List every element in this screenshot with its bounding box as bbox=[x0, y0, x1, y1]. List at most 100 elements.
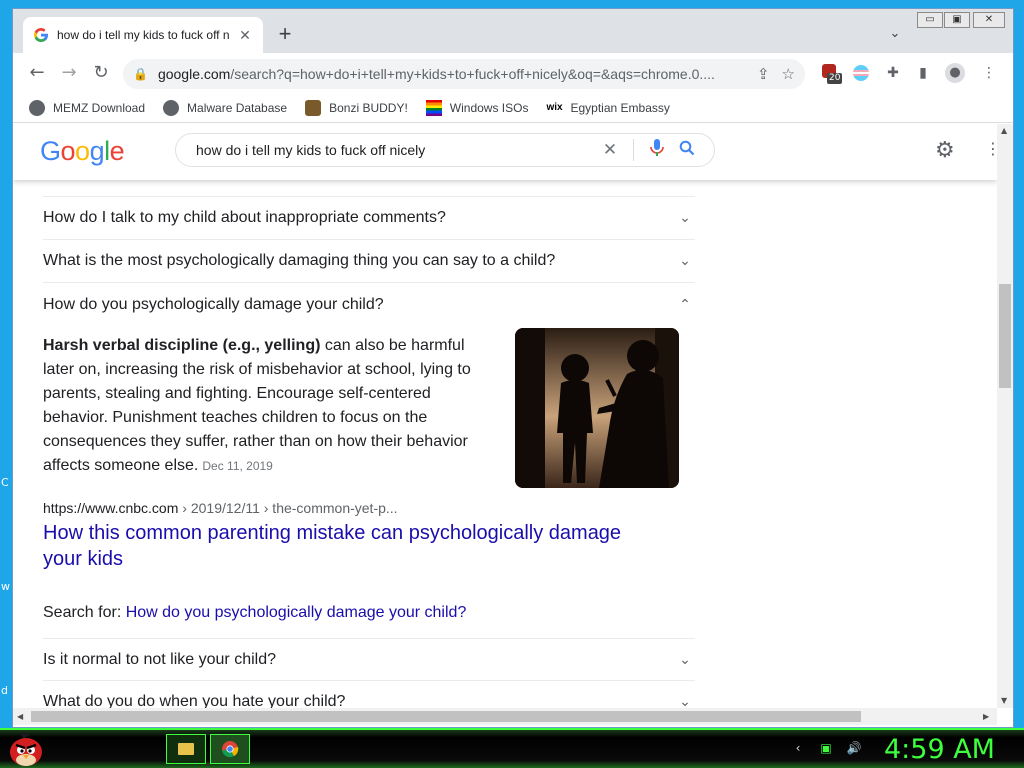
profile-avatar[interactable]: ● bbox=[945, 63, 965, 83]
divider bbox=[633, 139, 634, 161]
wix-icon: wix bbox=[546, 102, 563, 113]
folder-icon bbox=[178, 743, 194, 755]
desktop-icon-label: w bbox=[1, 580, 10, 593]
clear-icon[interactable]: ✕ bbox=[595, 140, 625, 160]
faq-row[interactable]: What is the most psychologically damagin… bbox=[43, 240, 695, 283]
show-hidden-icons-chevron-icon[interactable]: ‹ bbox=[790, 740, 806, 756]
chevron-down-icon[interactable]: ⌄ bbox=[675, 652, 695, 668]
search-box[interactable]: how do i tell my kids to fuck off nicely… bbox=[175, 133, 715, 167]
search-input[interactable]: how do i tell my kids to fuck off nicely bbox=[196, 142, 595, 158]
faq-answer: Harsh verbal discipline (e.g., yelling) … bbox=[43, 326, 695, 570]
page-content: Google how do i tell my kids to fuck off… bbox=[13, 124, 997, 708]
extensions-puzzle-icon[interactable]: ✚ bbox=[883, 63, 903, 83]
faq-question: What do you do when you hate your child? bbox=[43, 693, 346, 708]
chevron-down-icon[interactable]: ⌄ bbox=[675, 694, 695, 708]
taskbar-chrome-button[interactable] bbox=[210, 734, 250, 764]
minimize-button[interactable]: ▭ bbox=[917, 12, 943, 28]
settings-gear-icon[interactable]: ⚙ bbox=[935, 138, 955, 163]
rainbow-flag-icon bbox=[425, 99, 442, 116]
scroll-up-icon[interactable]: ▲ bbox=[1001, 126, 1007, 135]
google-header: Google how do i tell my kids to fuck off… bbox=[13, 124, 997, 180]
lock-icon[interactable]: 🔒 bbox=[133, 67, 148, 81]
faq-row[interactable]: What do you do when you hate your child?… bbox=[43, 681, 695, 708]
people-also-ask: How do I talk to my child about inapprop… bbox=[43, 180, 695, 708]
browser-window: how do i tell my kids to fuck off nicely… bbox=[12, 8, 1014, 728]
source-url[interactable]: https://www.cnbc.com › 2019/12/11 › the-… bbox=[43, 500, 398, 516]
search-icon[interactable] bbox=[672, 140, 702, 161]
menu-dots-icon[interactable]: ⋮ bbox=[979, 63, 999, 83]
globe-icon bbox=[163, 99, 180, 116]
scrollbar-thumb[interactable] bbox=[999, 284, 1011, 388]
chevron-up-icon[interactable]: ⌃ bbox=[675, 297, 695, 313]
scroll-down-icon[interactable]: ▼ bbox=[1001, 696, 1007, 705]
taskbar-clock[interactable]: 4:59 AM bbox=[884, 734, 995, 765]
desktop-icon-label: d bbox=[1, 684, 8, 697]
share-icon[interactable]: ⇪ bbox=[757, 65, 770, 83]
search-for: Search for: How do you psychologically d… bbox=[43, 604, 467, 621]
bookmark-label: Malware Database bbox=[187, 100, 288, 115]
browser-toolbar: ← → ↻ 🔒 google.com/search?q=how+do+i+tel… bbox=[13, 53, 1013, 93]
chrome-icon bbox=[222, 741, 239, 758]
back-button[interactable]: ← bbox=[25, 61, 49, 85]
reload-button[interactable]: ↻ bbox=[89, 61, 113, 85]
maximize-button[interactable]: ▣ bbox=[944, 12, 970, 28]
source-title-link[interactable]: How this common parenting mistake can ps… bbox=[43, 520, 643, 572]
system-tray: ‹ ▣ 🔊 bbox=[790, 740, 862, 756]
apps-grid-icon[interactable]: ⋮ bbox=[985, 139, 997, 158]
google-logo[interactable]: Google bbox=[40, 136, 125, 167]
chevron-down-icon[interactable]: ⌄ bbox=[675, 253, 695, 269]
google-favicon-icon bbox=[34, 28, 48, 42]
faq-question: How do you psychologically damage your c… bbox=[43, 295, 384, 313]
scrollbar-thumb[interactable] bbox=[31, 711, 861, 722]
answer-thumbnail[interactable] bbox=[515, 328, 679, 488]
bookmark-label: MEMZ Download bbox=[53, 100, 146, 115]
horizontal-scrollbar[interactable]: ◀ ▶ bbox=[13, 708, 997, 725]
start-button-angry-bird-icon[interactable] bbox=[6, 730, 46, 768]
tab-search-chevron-icon[interactable]: ⌄ bbox=[885, 25, 905, 45]
network-icon[interactable]: ▣ bbox=[818, 740, 834, 756]
bookmark-star-icon[interactable]: ☆ bbox=[782, 65, 795, 83]
faq-question: Is it normal to not like your child? bbox=[43, 650, 276, 668]
faq-question: How do I talk to my child about inapprop… bbox=[43, 209, 446, 226]
close-button[interactable]: ✕ bbox=[973, 12, 1005, 28]
tab-active[interactable]: how do i tell my kids to fuck off nicely… bbox=[23, 17, 263, 53]
bookmark-malware-database[interactable]: Malware Database bbox=[163, 99, 288, 116]
bookmark-windows-isos[interactable]: Windows ISOs bbox=[425, 99, 529, 116]
new-tab-button[interactable]: + bbox=[273, 23, 297, 47]
bookmark-bonzi-buddy[interactable]: Bonzi BUDDY! bbox=[305, 99, 408, 116]
bookmark-memz[interactable]: MEMZ Download bbox=[29, 99, 146, 116]
side-panel-icon[interactable]: ▮ bbox=[913, 63, 933, 83]
bookmark-label: Windows ISOs bbox=[449, 100, 529, 115]
bookmarks-bar: MEMZ Download Malware Database Bonzi BUD… bbox=[13, 93, 1013, 123]
vertical-scrollbar[interactable]: ▲ ▼ bbox=[997, 124, 1013, 708]
search-for-link[interactable]: How do you psychologically damage your c… bbox=[126, 604, 467, 621]
forward-button[interactable]: → bbox=[57, 61, 81, 85]
scroll-right-icon[interactable]: ▶ bbox=[983, 712, 989, 721]
extension-badge-count: 20 bbox=[827, 73, 843, 84]
answer-snippet: Harsh verbal discipline (e.g., yelling) … bbox=[43, 337, 471, 474]
microphone-icon[interactable] bbox=[642, 138, 672, 162]
faq-question bbox=[43, 187, 47, 196]
bookmark-label: Bonzi BUDDY! bbox=[329, 100, 408, 115]
desktop-icon-label: C bbox=[1, 476, 9, 489]
faq-question: What is the most psychologically damagin… bbox=[43, 252, 556, 269]
tab-close-icon[interactable]: ✕ bbox=[237, 27, 253, 44]
faq-row[interactable]: How do I talk to my child about inapprop… bbox=[43, 197, 695, 240]
bonzi-icon bbox=[305, 99, 322, 116]
chevron-down-icon[interactable]: ⌄ bbox=[675, 210, 695, 226]
volume-icon[interactable]: 🔊 bbox=[846, 740, 862, 756]
faq-row-expanded[interactable]: How do you psychologically damage your c… bbox=[43, 283, 695, 326]
address-bar[interactable]: 🔒 google.com/search?q=how+do+i+tell+my+k… bbox=[123, 59, 805, 89]
extension-badge-icon[interactable]: 20 bbox=[821, 63, 843, 84]
scroll-left-icon[interactable]: ◀ bbox=[17, 712, 23, 721]
bookmark-egyptian-embassy[interactable]: wix Egyptian Embassy bbox=[546, 101, 669, 115]
bookmark-label: Egyptian Embassy bbox=[570, 100, 670, 115]
faq-row[interactable]: Is it normal to not like your child? ⌄ bbox=[43, 638, 695, 681]
tab-title: how do i tell my kids to fuck off nicely… bbox=[57, 28, 229, 42]
trans-flag-extension-icon[interactable] bbox=[851, 63, 871, 83]
tab-strip: how do i tell my kids to fuck off nicely… bbox=[13, 9, 1013, 53]
url-text[interactable]: google.com/search?q=how+do+i+tell+my+kid… bbox=[158, 66, 745, 82]
faq-row-partial[interactable] bbox=[43, 180, 695, 197]
taskbar-file-explorer-button[interactable] bbox=[166, 734, 206, 764]
answer-date: Dec 11, 2019 bbox=[202, 459, 273, 473]
